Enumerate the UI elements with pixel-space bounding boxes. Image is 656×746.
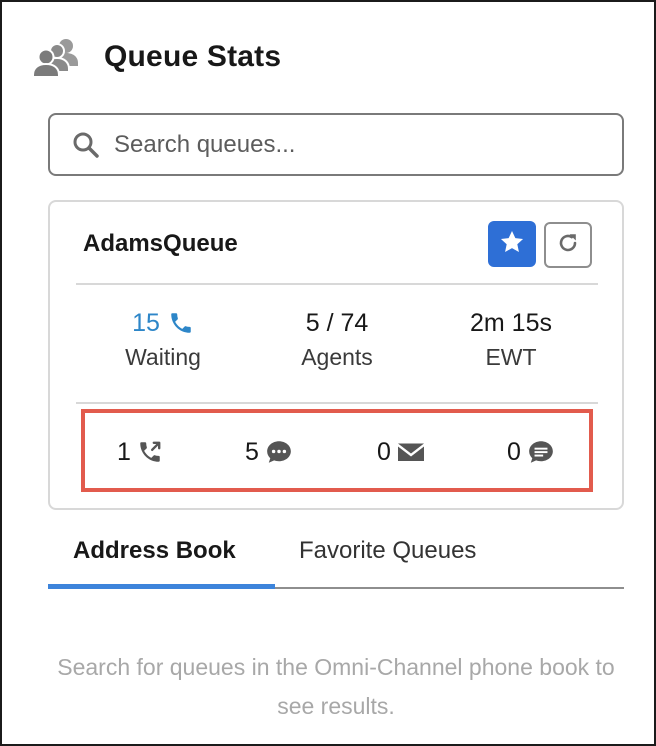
channel-messages: 0 bbox=[507, 437, 555, 467]
message-icon bbox=[527, 439, 555, 465]
channel-chats: 5 bbox=[245, 437, 293, 467]
agents-value: 5 / 74 bbox=[305, 308, 369, 337]
queue-stats-row: 15 Waiting 5 / 74 Agents 2m 15s EWT bbox=[76, 306, 598, 376]
page-title: Queue Stats bbox=[104, 40, 282, 73]
tab-favorite-queues[interactable]: Favorite Queues bbox=[299, 537, 476, 577]
agents-label: Agents bbox=[301, 344, 373, 370]
refresh-icon bbox=[556, 231, 580, 260]
channel-calls: 1 bbox=[117, 437, 163, 467]
refresh-button[interactable] bbox=[544, 222, 592, 268]
search-input[interactable] bbox=[114, 124, 622, 165]
emails-count: 0 bbox=[377, 437, 391, 466]
chats-count: 5 bbox=[245, 437, 259, 466]
queue-card: AdamsQueue 15 Waiting 5 / 74 Agents 2m 1… bbox=[48, 200, 624, 510]
email-icon bbox=[397, 441, 425, 463]
chat-bubble-icon bbox=[265, 439, 293, 465]
users-group-icon bbox=[32, 33, 80, 81]
waiting-label: Waiting bbox=[125, 344, 201, 370]
tab-bar: Address Book Favorite Queues bbox=[48, 529, 624, 589]
stat-waiting: 15 Waiting bbox=[76, 306, 250, 371]
panel-header: Queue Stats bbox=[32, 32, 281, 82]
active-tab-indicator bbox=[48, 584, 275, 589]
star-icon bbox=[499, 229, 525, 260]
favorite-button[interactable] bbox=[488, 221, 536, 267]
queue-stats-panel: Queue Stats AdamsQueue bbox=[0, 0, 656, 746]
phone-icon bbox=[168, 310, 194, 336]
card-divider bbox=[76, 283, 598, 285]
calls-count: 1 bbox=[117, 437, 131, 466]
card-divider bbox=[76, 402, 598, 404]
messages-count: 0 bbox=[507, 437, 521, 466]
search-box[interactable] bbox=[48, 113, 624, 176]
search-icon bbox=[72, 131, 100, 159]
empty-state-message: Search for queues in the Omni-Channel ph… bbox=[57, 654, 615, 719]
waiting-value: 15 bbox=[132, 308, 160, 337]
channel-counts-highlight: 1 5 0 0 bbox=[81, 409, 593, 492]
phone-transfer-icon bbox=[137, 439, 163, 465]
ewt-value: 2m 15s bbox=[470, 308, 552, 337]
channel-emails: 0 bbox=[377, 437, 425, 467]
ewt-label: EWT bbox=[485, 344, 537, 370]
queue-name: AdamsQueue bbox=[83, 230, 238, 257]
tab-address-book[interactable]: Address Book bbox=[73, 537, 236, 577]
stat-agents: 5 / 74 Agents bbox=[250, 306, 424, 371]
stat-ewt: 2m 15s EWT bbox=[424, 306, 598, 371]
